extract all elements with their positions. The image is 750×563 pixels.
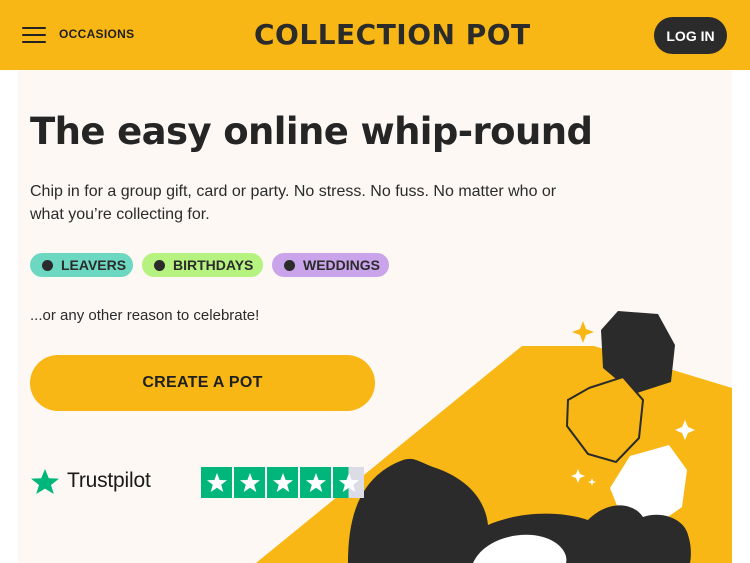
chip-weddings[interactable]: WEDDINGS — [272, 253, 389, 277]
hamburger-menu-icon[interactable] — [22, 25, 46, 45]
chip-dot-icon — [154, 259, 165, 271]
chip-birthdays[interactable]: BIRTHDAYS — [142, 253, 263, 277]
log-in-button[interactable]: LOG IN — [654, 17, 727, 54]
chip-label: LEAVERS — [61, 257, 127, 273]
trustpilot-logo[interactable]: Trustpilot — [28, 468, 151, 494]
rating-star-icon — [201, 467, 232, 498]
other-reasons-text: ...or any other reason to celebrate! — [30, 307, 260, 324]
create-a-pot-button[interactable]: CREATE A POT — [30, 355, 375, 411]
rating-star-icon — [300, 467, 331, 498]
chip-label: WEDDINGS — [303, 257, 380, 273]
site-header: OCCASIONS COLLECTION POT LOG IN — [0, 0, 750, 70]
hero-title: The easy online whip-round — [30, 110, 593, 153]
chip-leavers[interactable]: LEAVERS — [30, 253, 133, 277]
chip-dot-icon — [42, 259, 53, 271]
hero-subtitle: Chip in for a group gift, card or party.… — [30, 183, 557, 223]
sparkle-icon — [572, 321, 594, 343]
collection-pot-logo[interactable]: COLLECTION POT — [254, 18, 531, 51]
trustpilot-rating — [201, 467, 364, 498]
chip-label: BIRTHDAYS — [173, 257, 254, 273]
trustpilot-star-icon — [31, 469, 59, 494]
occasions-menu-link[interactable]: OCCASIONS — [59, 27, 134, 41]
rating-star-icon — [234, 467, 265, 498]
trustpilot-wordmark: Trustpilot — [67, 469, 151, 492]
rating-star-icon — [267, 467, 298, 498]
rating-half-star-icon — [333, 467, 364, 498]
chip-dot-icon — [284, 259, 295, 271]
